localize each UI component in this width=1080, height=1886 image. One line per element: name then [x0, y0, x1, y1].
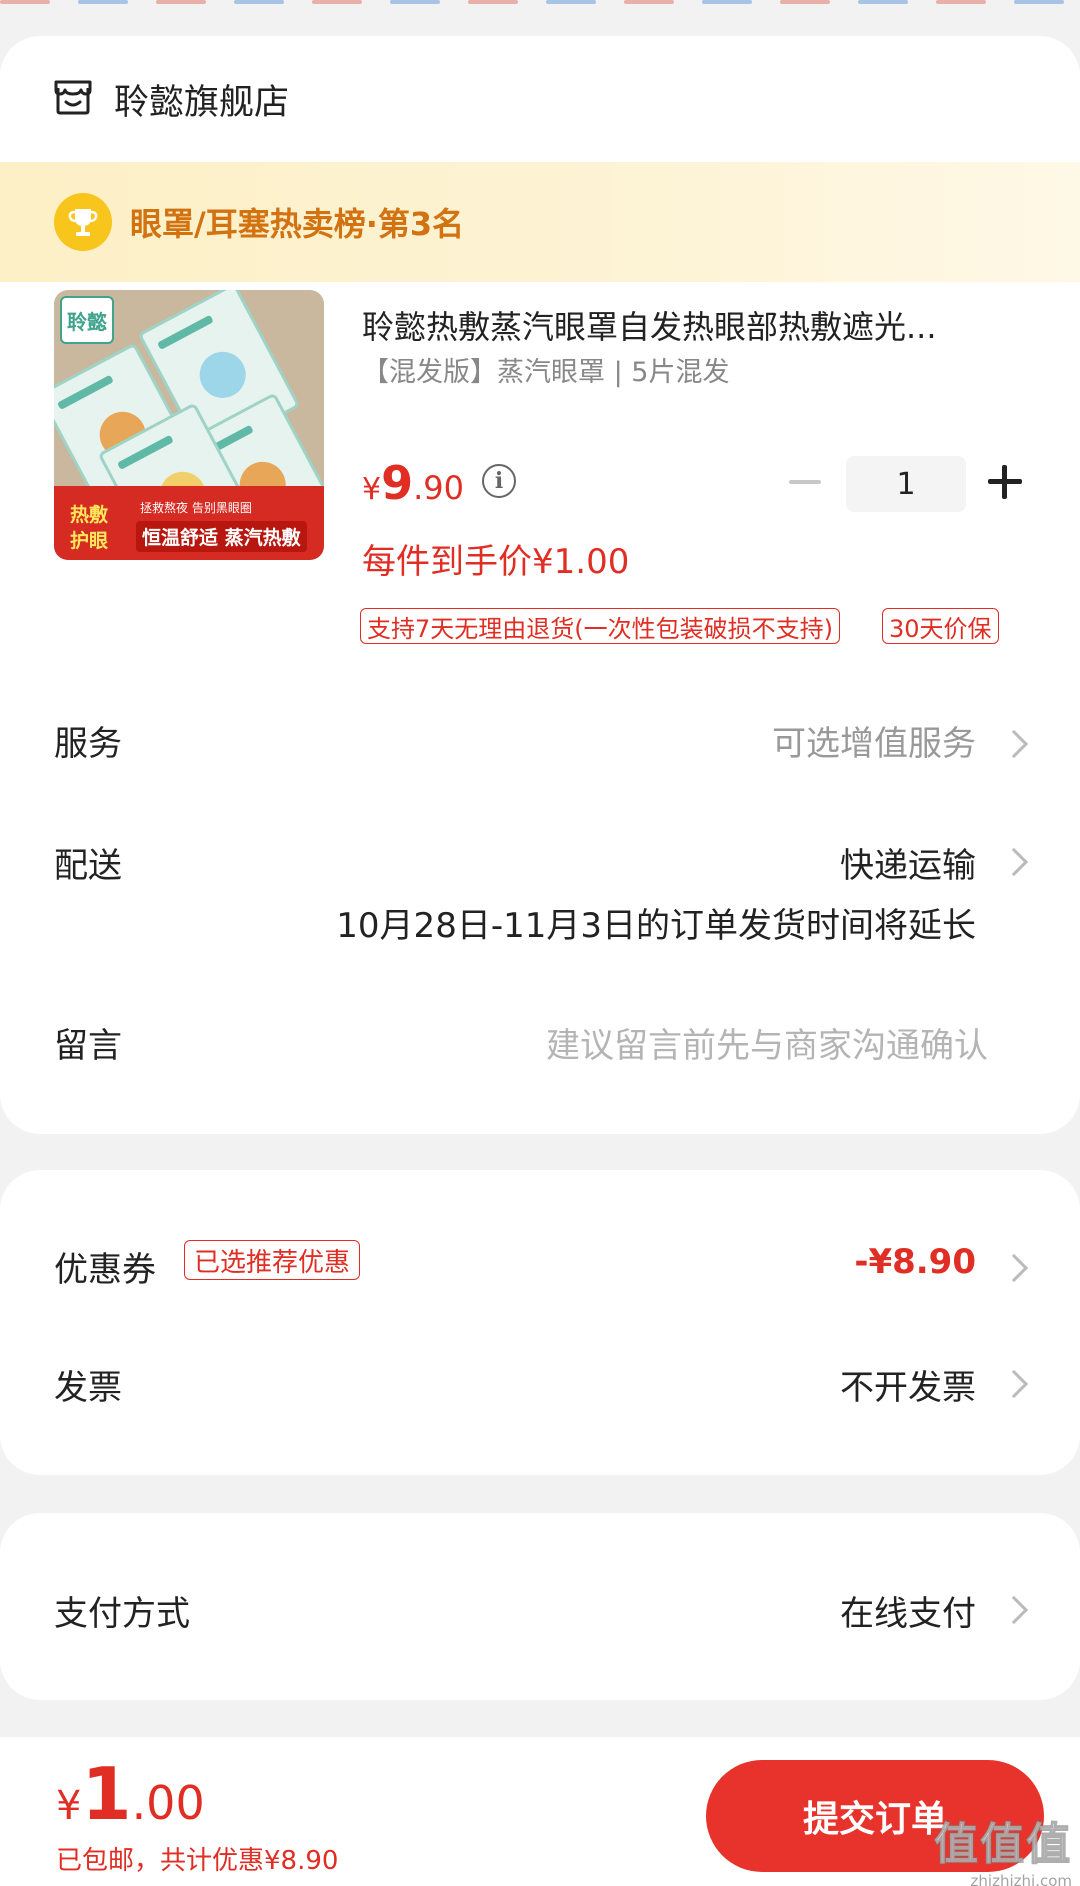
price-symbol: ¥: [362, 472, 382, 507]
quantity-decrease-button[interactable]: [786, 460, 824, 504]
total-note: 已包邮，共计优惠¥8.90: [56, 1846, 339, 1876]
delivery-value[interactable]: 快递运输: [840, 838, 976, 887]
image-banner-subtext: 拯救熬夜 告别黑眼圈: [140, 501, 252, 515]
coupon-badge: 已选推荐优惠: [184, 1240, 361, 1280]
service-label: 服务: [54, 724, 122, 764]
invoice-label: 发票: [54, 1368, 122, 1408]
total-symbol: ¥: [56, 1783, 82, 1829]
service-value[interactable]: 可选增值服务: [772, 716, 976, 765]
brand-logo: 聆懿: [60, 296, 114, 344]
message-input[interactable]: 建议留言前先与商家沟通确认: [546, 1018, 988, 1067]
trophy-icon: [54, 193, 112, 251]
delivery-note: 10月28日-11月3日的订单发货时间将延长: [336, 906, 976, 946]
image-banner-left-text: 热敷 护眼: [69, 504, 108, 552]
unit-price: 每件到手价¥1.00: [362, 542, 630, 582]
shop-icon: [54, 78, 114, 120]
product-image[interactable]: 聆懿 热敷 护眼 拯救熬夜 告别黑眼圈 恒温舒适 蒸汽热敷: [54, 290, 324, 560]
watermark-text: 值值值: [933, 1818, 1072, 1871]
product-price: ¥9.90: [362, 456, 464, 510]
coupon-value[interactable]: -¥8.90: [854, 1242, 976, 1282]
discount-card: [0, 1170, 1080, 1475]
price-decimal: .90: [413, 469, 464, 507]
image-banner-text: 恒温舒适 蒸汽热敷: [136, 521, 307, 552]
product-spec[interactable]: 【混发版】蒸汽眼罩 | 5片混发: [362, 350, 729, 389]
return-policy-tag: 支持7天无理由退货(一次性包装破损不支持): [360, 608, 840, 644]
quantity-value[interactable]: 1: [846, 456, 966, 512]
watermark-url: zhizhizhi.com: [970, 1872, 1072, 1886]
message-label: 留言: [54, 1026, 122, 1066]
shop-name: 聆懿旗舰店: [114, 82, 290, 123]
coupon-label: 优惠券: [54, 1250, 156, 1290]
rank-text: 眼罩/耳塞热卖榜·第3名: [130, 205, 465, 243]
price-protection-tag: 30天价保: [882, 608, 999, 644]
watermark: 值值值 zhizhizhi.com: [922, 1808, 1072, 1886]
invoice-value[interactable]: 不开发票: [840, 1360, 976, 1409]
price-integer: 9: [381, 456, 414, 510]
order-item-card: 聆懿旗舰店 眼罩/耳塞热卖榜·第3名: [0, 36, 1080, 1134]
product-title[interactable]: 聆懿热敷蒸汽眼罩自发热眼部热敷遮光...: [362, 302, 1022, 348]
delivery-label: 配送: [54, 846, 122, 886]
shop-row[interactable]: 聆懿旗舰店: [0, 36, 1080, 162]
payment-value[interactable]: 在线支付: [840, 1586, 976, 1635]
total-integer: 1: [81, 1752, 132, 1836]
rank-banner[interactable]: 眼罩/耳塞热卖榜·第3名: [0, 162, 1080, 282]
payment-label: 支付方式: [54, 1594, 190, 1634]
top-strip: [0, 0, 1080, 14]
quantity-increase-button[interactable]: [984, 460, 1028, 504]
total-price: ¥1.00: [56, 1752, 205, 1836]
total-decimal: .00: [131, 1776, 205, 1830]
info-icon[interactable]: i: [482, 464, 516, 498]
